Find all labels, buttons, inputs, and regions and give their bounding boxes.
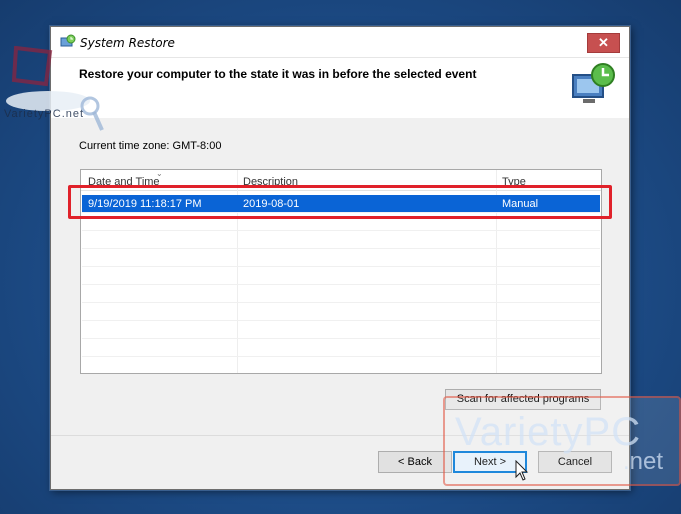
title-bar[interactable]: System Restore ✕ [51,27,629,58]
empty-row [82,339,600,357]
watermark-text-left: VarietyPC.net [4,108,85,120]
close-button[interactable]: ✕ [587,33,620,53]
empty-row [82,321,600,339]
back-button[interactable]: < Back [378,451,452,473]
timezone-label: Current time zone: GMT-8:00 [79,140,222,152]
empty-row [82,303,600,321]
watermark-monitor-icon [6,45,104,131]
selection-highlight-annotation [68,185,612,219]
restore-monitor-icon [572,63,615,103]
close-icon: ✕ [598,35,609,50]
empty-row [82,285,600,303]
empty-row [82,249,600,267]
watermark-logo-left: VarietyPC.net [4,45,104,138]
empty-row [82,231,600,249]
watermark-domain-right: .net [623,448,664,475]
empty-row [82,267,600,285]
page-title: Restore your computer to the state it wa… [79,67,477,81]
watermark-text-right: VarietyPC [455,410,642,454]
watermark-logo-right: VarietyPC .net [443,396,681,486]
